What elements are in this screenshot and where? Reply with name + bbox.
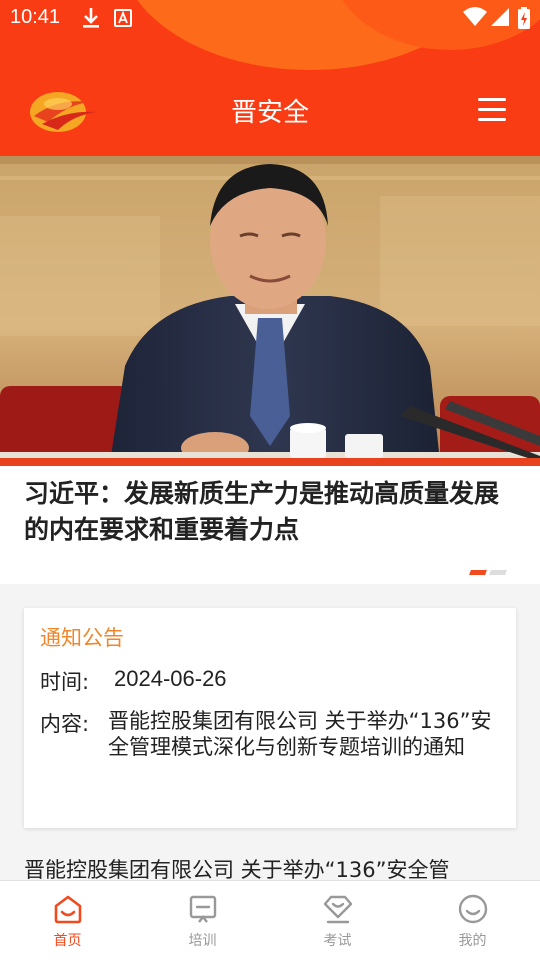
notice-title: 通知公告	[40, 626, 124, 650]
carousel-dots[interactable]	[469, 560, 510, 579]
carousel-dot[interactable]	[469, 570, 487, 575]
wifi-icon	[463, 7, 487, 26]
nav-label-exam: 考试	[323, 933, 352, 949]
home-icon	[54, 895, 82, 924]
banner-photo	[0, 156, 540, 462]
jinneng-logo[interactable]	[28, 88, 98, 136]
notification-a-icon	[114, 9, 132, 27]
carousel-dot[interactable]	[489, 570, 507, 575]
notice-card[interactable]: 通知公告 时间: 2024-06-26 内容: 晋能控股集团有限公司 关于举办“…	[24, 608, 516, 828]
banner-accent-bar	[0, 458, 540, 466]
nav-item-training[interactable]: 培训	[135, 881, 270, 960]
status-bar: 10:41	[0, 0, 540, 36]
hamburger-menu-icon	[474, 98, 510, 121]
app-header: 10:41 晋安全	[0, 0, 540, 156]
status-time: 10:41	[10, 6, 61, 28]
nav-label-home: 首页	[53, 933, 82, 949]
nav-label-profile: 我的	[458, 933, 487, 949]
battery-charging-icon	[518, 7, 530, 29]
download-icon	[83, 8, 99, 28]
nav-item-exam[interactable]: 考试	[270, 881, 405, 960]
article-preview[interactable]: 晋能控股集团有限公司 关于举办“136”安全管	[24, 854, 524, 880]
signal-icon	[491, 8, 509, 26]
banner-headline[interactable]: 习近平：发展新质生产力是推动高质量发展的内在要求和重要着力点	[24, 476, 520, 548]
time-label: 时间:	[40, 670, 90, 694]
profile-icon	[458, 894, 488, 924]
exam-icon	[323, 895, 353, 924]
menu-button[interactable]	[474, 98, 510, 128]
nav-item-profile[interactable]: 我的	[405, 881, 540, 960]
time-value: 2024-06-26	[114, 666, 227, 691]
nav-item-home[interactable]: 首页	[0, 881, 135, 960]
content-label: 内容:	[40, 712, 90, 736]
nav-label-training: 培训	[188, 933, 217, 949]
bottom-nav: 首页 培训 考试 我的	[0, 880, 540, 960]
training-icon	[189, 895, 217, 923]
news-banner[interactable]: 习近平：发展新质生产力是推动高质量发展的内在要求和重要着力点	[0, 156, 540, 584]
content-value: 晋能控股集团有限公司 关于举办“136”安全管理模式深化与创新专题培训的通知	[108, 709, 492, 759]
